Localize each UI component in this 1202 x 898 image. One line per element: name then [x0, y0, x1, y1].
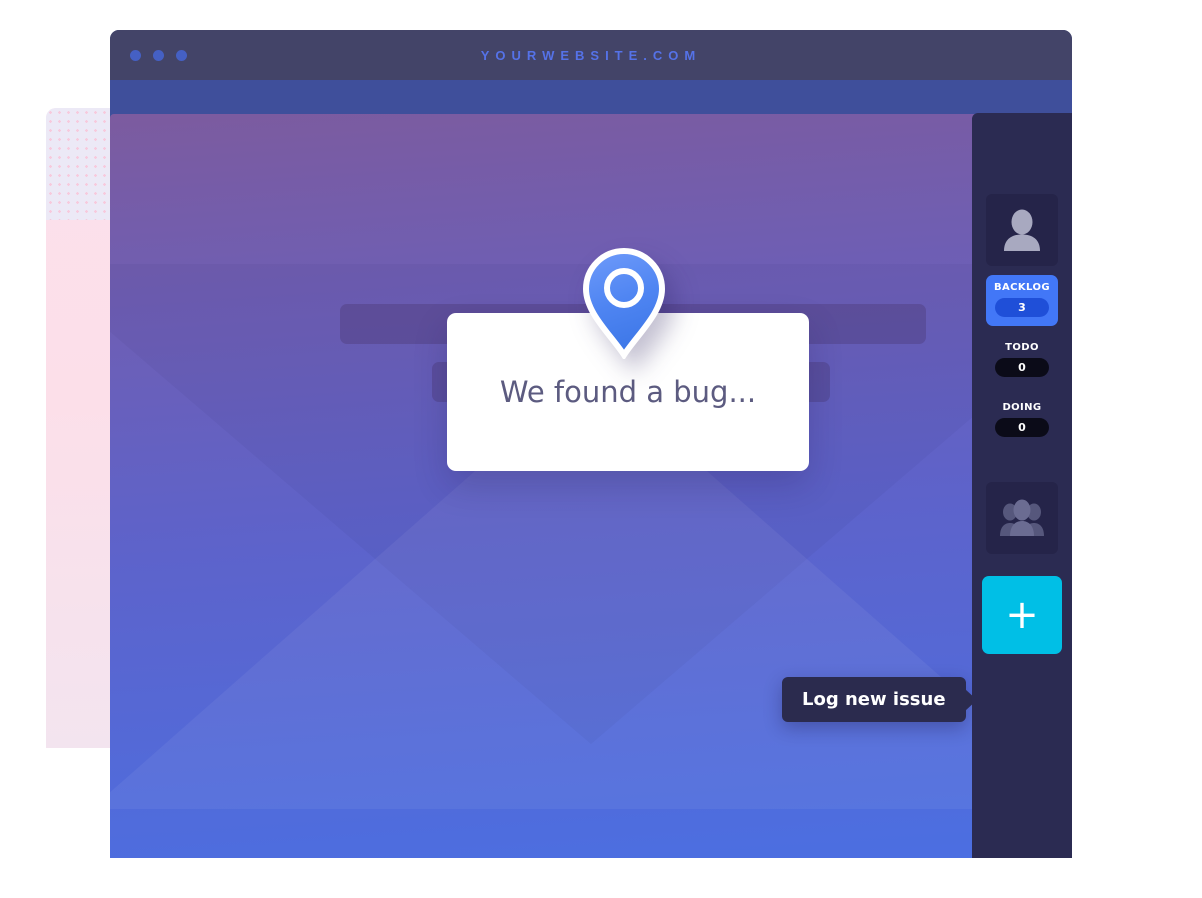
issue-tracker-sidebar: BACKLOG 3 TODO 0 DOING 0 + — [972, 113, 1072, 858]
status-count-todo: 0 — [995, 358, 1049, 377]
browser-title-bar: YOURWEBSITE.COM — [110, 30, 1072, 80]
team-members-button[interactable] — [986, 482, 1058, 554]
current-user-avatar[interactable] — [986, 194, 1058, 266]
window-dot-maximize-icon[interactable] — [176, 49, 187, 61]
log-new-issue-tooltip: Log new issue — [782, 677, 966, 722]
status-count-doing: 0 — [995, 418, 1049, 437]
bug-report-message: We found a bug... — [499, 375, 757, 409]
sidebar-status-todo[interactable]: TODO 0 — [986, 335, 1058, 386]
sidebar-status-doing[interactable]: DOING 0 — [986, 395, 1058, 446]
status-label-doing: DOING — [1002, 402, 1042, 413]
people-group-icon — [1000, 499, 1044, 536]
add-new-issue-button[interactable]: + — [982, 576, 1062, 654]
status-count-backlog: 3 — [995, 298, 1049, 317]
browser-window: YOURWEBSITE.COM We found a bug... Log ne… — [110, 30, 1072, 858]
page-viewport: We found a bug... Log new issue — [110, 114, 1072, 858]
sidebar-status-backlog[interactable]: BACKLOG 3 — [986, 275, 1058, 326]
plus-icon: + — [1005, 592, 1039, 638]
window-dot-close-icon[interactable] — [130, 49, 141, 61]
map-pin-icon[interactable] — [578, 247, 670, 359]
status-label-todo: TODO — [1005, 342, 1039, 353]
window-dot-minimize-icon[interactable] — [153, 49, 164, 61]
person-icon — [1004, 209, 1040, 251]
browser-address-title: YOURWEBSITE.COM — [480, 47, 702, 63]
tooltip-label: Log new issue — [802, 689, 946, 710]
window-controls — [130, 49, 187, 61]
browser-toolbar-strip — [110, 80, 1072, 114]
status-label-backlog: BACKLOG — [994, 282, 1050, 293]
